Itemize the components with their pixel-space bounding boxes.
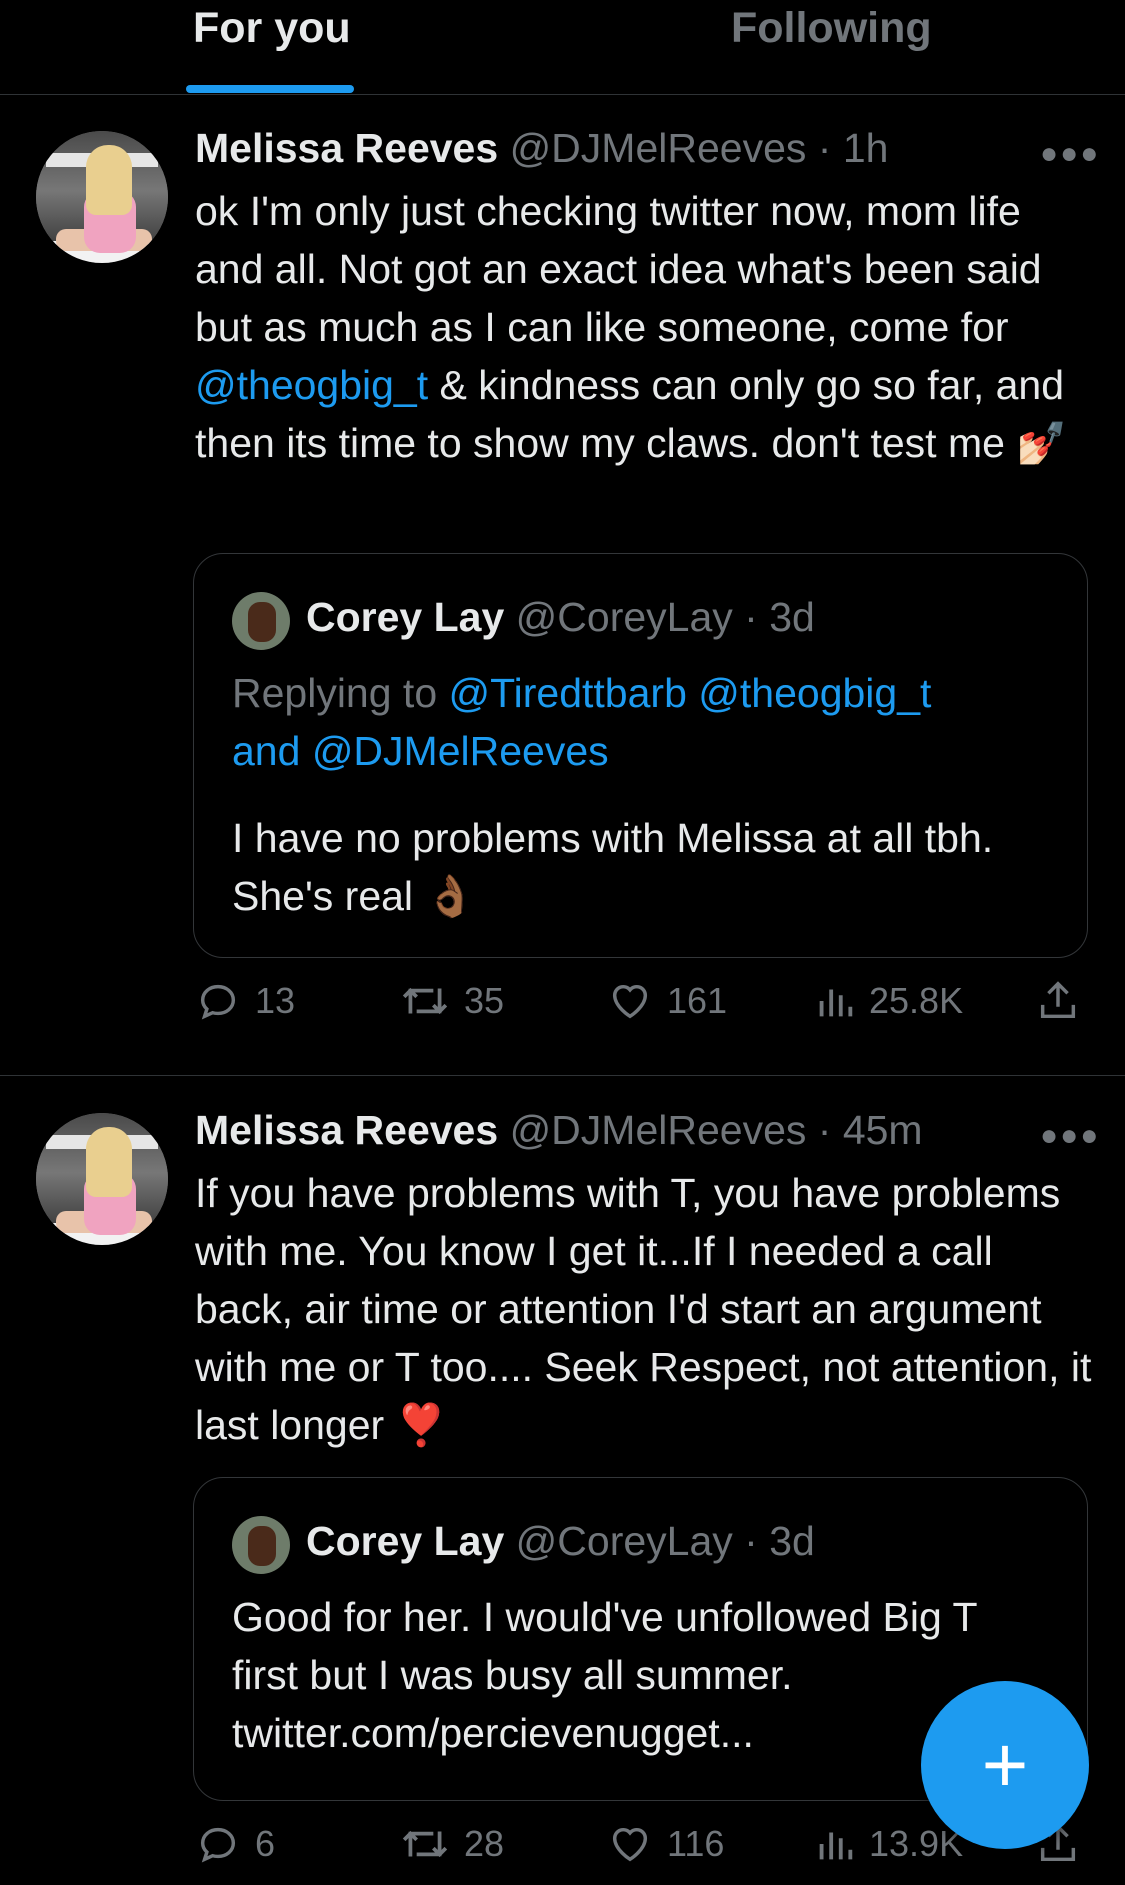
like-button[interactable]: 161 xyxy=(607,978,727,1024)
replying-to: Replying to @Tiredttbarb @theogbig_t and … xyxy=(232,670,932,774)
quoted-author-name: Corey Lay xyxy=(306,594,505,640)
tweet-text: If you have problems with T, you have pr… xyxy=(195,1170,1092,1449)
avatar[interactable] xyxy=(36,1113,168,1245)
quoted-timestamp: 3d xyxy=(769,594,815,640)
views-count: 13.9K xyxy=(869,1823,964,1864)
quoted-avatar[interactable] xyxy=(232,592,290,650)
retweet-icon xyxy=(402,1830,448,1858)
quoted-author-name: Corey Lay xyxy=(306,1518,505,1564)
nail-polish-emoji: 💅🏻 xyxy=(1016,419,1068,467)
avatar[interactable] xyxy=(36,131,168,263)
mention-link[interactable]: @DJMelReeves xyxy=(312,728,609,774)
tweet[interactable]: Melissa Reeves @DJMelReeves · 1h ●●● ok … xyxy=(0,95,1125,1074)
quoted-header: Corey Lay @CoreyLay · 3d xyxy=(306,1518,815,1564)
retweet-count: 35 xyxy=(464,980,505,1021)
tweet-text: ok I'm only just checking twitter now, m… xyxy=(195,188,1068,467)
ok-hand-emoji: 👌🏾 xyxy=(424,872,476,920)
timeline-tabs: For you Following xyxy=(0,0,1125,95)
quoted-tweet[interactable]: Corey Lay @CoreyLay · 3d Replying to @Ti… xyxy=(193,553,1088,958)
compose-button[interactable]: + xyxy=(921,1681,1089,1849)
tab-following[interactable]: Following xyxy=(731,4,932,53)
quoted-timestamp: 3d xyxy=(769,1518,815,1564)
reply-icon xyxy=(200,1827,236,1863)
share-icon xyxy=(1040,981,1076,1019)
timestamp[interactable]: 45m xyxy=(843,1107,923,1153)
active-tab-indicator xyxy=(186,85,354,93)
reply-count: 6 xyxy=(255,1823,276,1864)
retweet-button[interactable]: 28 xyxy=(400,1821,504,1867)
retweet-icon xyxy=(402,987,448,1015)
reply-icon xyxy=(200,984,236,1020)
more-icon[interactable]: ●●● xyxy=(1040,137,1100,171)
views-count: 25.8K xyxy=(869,980,964,1021)
retweet-button[interactable]: 35 xyxy=(400,978,504,1024)
tab-for-you[interactable]: For you xyxy=(193,4,351,53)
timestamp[interactable]: 1h xyxy=(843,125,889,171)
views-button[interactable]: 13.9K xyxy=(815,1821,963,1867)
like-count: 161 xyxy=(667,980,728,1021)
like-count: 116 xyxy=(667,1823,725,1864)
heart-exclamation-emoji: ❣️ xyxy=(395,1401,447,1449)
quoted-text: Good for her. I would've unfollowed Big … xyxy=(232,1594,977,1756)
more-icon[interactable]: ●●● xyxy=(1040,1119,1100,1153)
quoted-author-handle: @CoreyLay xyxy=(515,1518,733,1564)
reply-button[interactable]: 6 xyxy=(195,1821,275,1867)
plus-icon: + xyxy=(981,1720,1029,1809)
views-icon xyxy=(819,989,853,1017)
tweet-header: Melissa Reeves @DJMelReeves · 1h xyxy=(195,125,889,171)
tweet-actions: 13 35 161 25.8K xyxy=(195,978,1095,1038)
author-name[interactable]: Melissa Reeves xyxy=(195,1107,498,1153)
like-icon xyxy=(612,984,648,1019)
quoted-text: I have no problems with Melissa at all t… xyxy=(232,815,994,920)
tweet-header: Melissa Reeves @DJMelReeves · 45m xyxy=(195,1107,923,1153)
like-button[interactable]: 116 xyxy=(607,1821,724,1867)
share-button[interactable] xyxy=(1035,978,1081,1024)
reply-button[interactable]: 13 xyxy=(195,978,295,1024)
views-icon xyxy=(819,1832,853,1860)
views-button[interactable]: 25.8K xyxy=(815,978,963,1024)
mention-link[interactable]: @theogbig_t xyxy=(195,362,428,408)
like-icon xyxy=(612,1827,648,1862)
mention-link[interactable]: @theogbig_t xyxy=(698,670,931,716)
author-handle[interactable]: @DJMelReeves xyxy=(510,1107,807,1153)
mention-link[interactable]: @Tiredttbarb xyxy=(449,670,687,716)
author-handle[interactable]: @DJMelReeves xyxy=(510,125,807,171)
quoted-avatar[interactable] xyxy=(232,1516,290,1574)
author-name[interactable]: Melissa Reeves xyxy=(195,125,498,171)
quoted-header: Corey Lay @CoreyLay · 3d xyxy=(306,594,815,640)
reply-count: 13 xyxy=(255,980,296,1021)
quoted-author-handle: @CoreyLay xyxy=(515,594,733,640)
retweet-count: 28 xyxy=(464,1823,505,1864)
